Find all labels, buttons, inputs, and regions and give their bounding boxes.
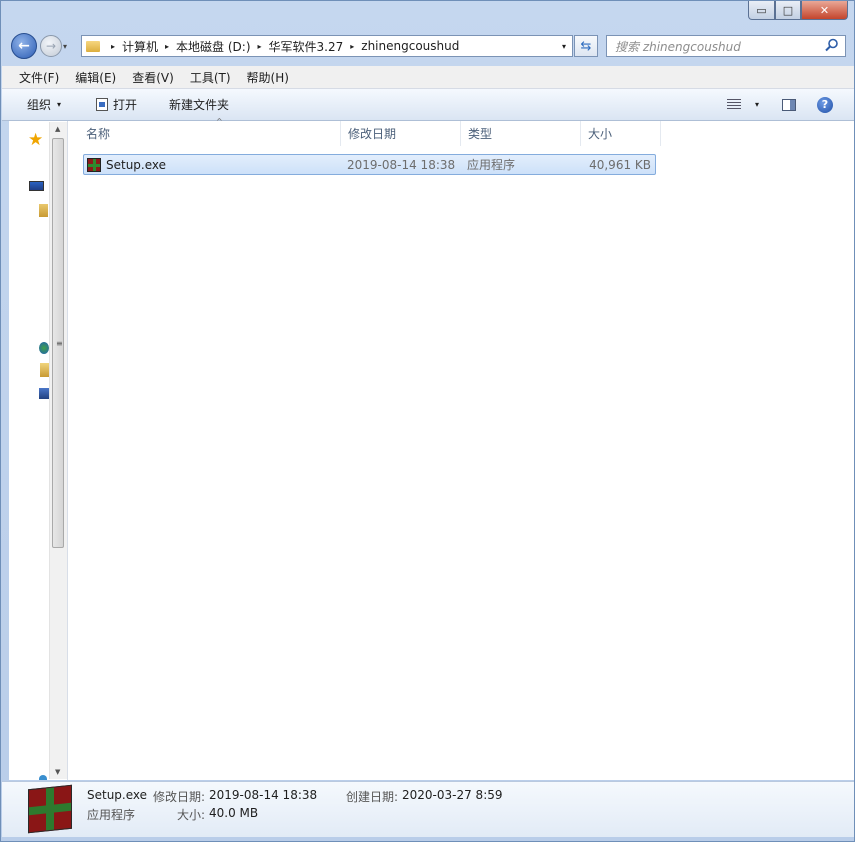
close-button[interactable]: ✕	[801, 1, 848, 20]
organize-label: 组织	[27, 98, 52, 112]
minimize-button[interactable]: ▭	[748, 1, 775, 20]
menu-help[interactable]: 帮助(H)	[239, 69, 297, 86]
details-modified-label: 修改日期:	[153, 790, 206, 804]
open-icon	[96, 98, 108, 111]
column-header-name[interactable]: 名称 ^	[79, 117, 341, 146]
views-icon	[727, 99, 741, 110]
details-type: 应用程序	[87, 808, 136, 822]
menu-view[interactable]: 查看(V)	[124, 69, 182, 86]
address-dropdown-icon[interactable]: ▾	[562, 42, 566, 51]
navigation-scrollbar[interactable]: ▲ ≡ ▼	[49, 122, 67, 779]
menu-bar: 文件(F) 编辑(E) 查看(V) 工具(T) 帮助(H)	[2, 66, 854, 89]
menu-tools[interactable]: 工具(T)	[182, 69, 239, 86]
breadcrumb-separator[interactable]: ▸	[350, 42, 354, 51]
sort-ascending-icon: ^	[216, 117, 223, 126]
details-created-value: 2020-03-27 8:59	[402, 788, 503, 802]
open-button[interactable]: 打开	[96, 89, 137, 120]
preview-pane-button[interactable]	[782, 89, 796, 120]
table-row[interactable]: Setup.exe 2019-08-14 18:38 应用程序 40,961 K…	[83, 154, 656, 175]
scroll-up-icon[interactable]: ▲	[55, 125, 60, 133]
computer-icon[interactable]	[29, 181, 44, 191]
column-header-type[interactable]: 类型	[461, 121, 581, 146]
recent-pages-dropdown[interactable]: ▾	[63, 42, 67, 51]
help-icon: ?	[817, 96, 833, 113]
installer-icon	[87, 157, 101, 172]
change-view-button[interactable]: ▾	[727, 89, 759, 120]
file-modified: 2019-08-14 18:38	[347, 157, 456, 172]
search-box[interactable]	[606, 35, 846, 58]
breadcrumb-computer[interactable]: 计算机	[122, 38, 158, 55]
breadcrumb-separator[interactable]: ▸	[165, 42, 169, 51]
file-list: 名称 ^ 修改日期 类型 大小 Setup.exe 2019-08-14 18:…	[68, 117, 854, 780]
open-label: 打开	[113, 98, 138, 112]
breadcrumb-separator[interactable]: ▸	[258, 42, 262, 51]
network-icon[interactable]	[39, 342, 49, 354]
scrollbar-thumb[interactable]: ≡	[52, 138, 64, 548]
menu-file[interactable]: 文件(F)	[11, 69, 67, 86]
details-size-label: 大小:	[177, 808, 206, 822]
library-icon[interactable]	[39, 204, 48, 217]
command-bar: 组织 ▾ 打开 新建文件夹 ▾ ?	[2, 89, 854, 121]
details-pane: Setup.exe 修改日期: 2019-08-14 18:38 创建日期: 2…	[2, 781, 854, 837]
details-size-value: 40.0 MB	[209, 806, 259, 820]
chevron-down-icon[interactable]: ▾	[755, 100, 759, 109]
details-created-label: 创建日期:	[346, 790, 399, 804]
menu-edit[interactable]: 编辑(E)	[67, 69, 124, 86]
network-stub-icon[interactable]	[39, 775, 47, 780]
installer-large-icon	[28, 784, 72, 834]
address-row: ← → ▾ ▸ 计算机 ▸ 本地磁盘 (D:) ▸ 华军软件3.27 ▸ zhi…	[9, 30, 847, 62]
column-type-label: 类型	[468, 127, 493, 141]
grip-icon: ≡	[56, 339, 63, 348]
scroll-down-icon[interactable]: ▼	[55, 768, 60, 776]
column-header-size[interactable]: 大小	[581, 121, 661, 146]
breadcrumb-huajun[interactable]: 华军软件3.27	[269, 38, 344, 55]
explorer-window: ▭ □ ✕ ← → ▾ ▸ 计算机 ▸ 本地磁盘 (D:) ▸ 华军软件3.27…	[0, 0, 855, 842]
homegroup-icon[interactable]	[39, 388, 49, 399]
search-icon[interactable]	[825, 38, 839, 52]
details-filename: Setup.exe	[87, 788, 148, 802]
maximize-button[interactable]: □	[775, 1, 801, 20]
column-header-modified[interactable]: 修改日期	[341, 121, 461, 146]
file-type: 应用程序	[467, 158, 516, 172]
favorites-star-icon[interactable]: ★	[28, 130, 43, 150]
breadcrumb-separator[interactable]: ▸	[111, 42, 115, 51]
chevron-down-icon: ▾	[57, 100, 62, 109]
caption-buttons: ▭ □ ✕	[748, 1, 848, 20]
details-modified-value: 2019-08-14 18:38	[209, 788, 318, 802]
folder-icon[interactable]	[40, 363, 49, 377]
refresh-button[interactable]: ⇆	[574, 35, 598, 57]
breadcrumb-current-folder[interactable]: zhinengcoushud	[361, 39, 459, 53]
file-size: 40,961 KB	[589, 157, 651, 172]
address-bar[interactable]: ▸ 计算机 ▸ 本地磁盘 (D:) ▸ 华军软件3.27 ▸ zhinengco…	[81, 35, 573, 57]
column-modified-label: 修改日期	[348, 127, 397, 141]
column-name-label: 名称	[86, 127, 111, 141]
new-folder-label: 新建文件夹	[169, 98, 230, 112]
help-button[interactable]: ?	[817, 89, 833, 120]
folder-icon	[86, 40, 100, 52]
column-size-label: 大小	[588, 127, 613, 141]
breadcrumb-local-disk[interactable]: 本地磁盘 (D:)	[176, 38, 250, 55]
forward-button[interactable]: →	[40, 35, 62, 57]
preview-pane-icon	[782, 98, 796, 111]
new-folder-button[interactable]: 新建文件夹	[169, 89, 229, 120]
file-name: Setup.exe	[106, 157, 167, 172]
search-input[interactable]	[607, 36, 829, 58]
file-name-cell[interactable]: Setup.exe	[87, 155, 166, 174]
organize-button[interactable]: 组织 ▾	[27, 89, 61, 120]
back-button[interactable]: ←	[11, 33, 37, 59]
